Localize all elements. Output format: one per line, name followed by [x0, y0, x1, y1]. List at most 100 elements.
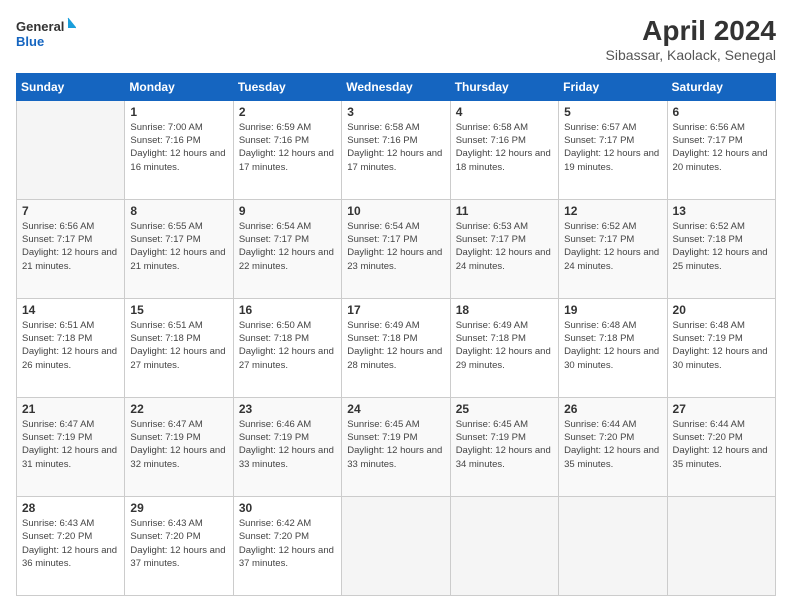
day-detail: Sunrise: 6:48 AMSunset: 7:18 PMDaylight:…	[564, 319, 661, 372]
header-monday: Monday	[125, 73, 233, 100]
day-detail: Sunrise: 6:52 AMSunset: 7:17 PMDaylight:…	[564, 220, 661, 273]
table-row: 5 Sunrise: 6:57 AMSunset: 7:17 PMDaylight…	[559, 100, 667, 199]
day-detail: Sunrise: 6:57 AMSunset: 7:17 PMDaylight:…	[564, 121, 661, 174]
table-row: 21 Sunrise: 6:47 AMSunset: 7:19 PMDayligh…	[17, 397, 125, 496]
header-saturday: Saturday	[667, 73, 775, 100]
day-detail: Sunrise: 6:44 AMSunset: 7:20 PMDaylight:…	[564, 418, 661, 471]
table-row: 26 Sunrise: 6:44 AMSunset: 7:20 PMDayligh…	[559, 397, 667, 496]
table-row: 14 Sunrise: 6:51 AMSunset: 7:18 PMDayligh…	[17, 298, 125, 397]
day-number: 29	[130, 501, 227, 515]
calendar-header-row: Sunday Monday Tuesday Wednesday Thursday…	[17, 73, 776, 100]
table-row	[342, 496, 450, 595]
day-detail: Sunrise: 6:50 AMSunset: 7:18 PMDaylight:…	[239, 319, 336, 372]
table-row: 4 Sunrise: 6:58 AMSunset: 7:16 PMDaylight…	[450, 100, 558, 199]
table-row: 23 Sunrise: 6:46 AMSunset: 7:19 PMDayligh…	[233, 397, 341, 496]
table-row: 1Sunrise: 7:00 AMSunset: 7:16 PMDaylight…	[125, 100, 233, 199]
day-number: 20	[673, 303, 770, 317]
day-number: 3	[347, 105, 444, 119]
day-detail: Sunrise: 6:55 AMSunset: 7:17 PMDaylight:…	[130, 220, 227, 273]
day-detail: Sunrise: 6:49 AMSunset: 7:18 PMDaylight:…	[456, 319, 553, 372]
day-detail: Sunrise: 6:42 AMSunset: 7:20 PMDaylight:…	[239, 517, 336, 570]
day-number: 30	[239, 501, 336, 515]
header-tuesday: Tuesday	[233, 73, 341, 100]
day-detail: Sunrise: 6:58 AMSunset: 7:16 PMDaylight:…	[456, 121, 553, 174]
day-number: 27	[673, 402, 770, 416]
calendar-table: Sunday Monday Tuesday Wednesday Thursday…	[16, 73, 776, 596]
day-detail: Sunrise: 6:56 AMSunset: 7:17 PMDaylight:…	[673, 121, 770, 174]
header-thursday: Thursday	[450, 73, 558, 100]
day-number: 2	[239, 105, 336, 119]
page-header: General Blue April 2024 Sibassar, Kaolac…	[16, 16, 776, 63]
day-detail: Sunrise: 6:49 AMSunset: 7:18 PMDaylight:…	[347, 319, 444, 372]
svg-text:General: General	[16, 19, 64, 34]
day-number: 23	[239, 402, 336, 416]
calendar-week-1: 1Sunrise: 7:00 AMSunset: 7:16 PMDaylight…	[17, 100, 776, 199]
header-friday: Friday	[559, 73, 667, 100]
day-detail: Sunrise: 6:45 AMSunset: 7:19 PMDaylight:…	[456, 418, 553, 471]
day-number: 18	[456, 303, 553, 317]
day-number: 8	[130, 204, 227, 218]
table-row: 24Sunrise: 6:45 AMSunset: 7:19 PMDayligh…	[342, 397, 450, 496]
day-detail: Sunrise: 6:43 AMSunset: 7:20 PMDaylight:…	[130, 517, 227, 570]
day-number: 14	[22, 303, 119, 317]
table-row: 11 Sunrise: 6:53 AMSunset: 7:17 PMDayligh…	[450, 199, 558, 298]
table-row: 25 Sunrise: 6:45 AMSunset: 7:19 PMDayligh…	[450, 397, 558, 496]
day-detail: Sunrise: 6:46 AMSunset: 7:19 PMDaylight:…	[239, 418, 336, 471]
day-number: 26	[564, 402, 661, 416]
day-number: 28	[22, 501, 119, 515]
table-row	[450, 496, 558, 595]
title-block: April 2024 Sibassar, Kaolack, Senegal	[606, 16, 776, 63]
table-row: 13 Sunrise: 6:52 AMSunset: 7:18 PMDayligh…	[667, 199, 775, 298]
day-detail: Sunrise: 6:52 AMSunset: 7:18 PMDaylight:…	[673, 220, 770, 273]
page-subtitle: Sibassar, Kaolack, Senegal	[606, 47, 776, 63]
day-detail: Sunrise: 6:48 AMSunset: 7:19 PMDaylight:…	[673, 319, 770, 372]
table-row: 20 Sunrise: 6:48 AMSunset: 7:19 PMDayligh…	[667, 298, 775, 397]
day-detail: Sunrise: 6:54 AMSunset: 7:17 PMDaylight:…	[347, 220, 444, 273]
calendar-week-5: 28 Sunrise: 6:43 AMSunset: 7:20 PMDayligh…	[17, 496, 776, 595]
table-row: 10 Sunrise: 6:54 AMSunset: 7:17 PMDayligh…	[342, 199, 450, 298]
table-row	[17, 100, 125, 199]
day-detail: Sunrise: 6:51 AMSunset: 7:18 PMDaylight:…	[22, 319, 119, 372]
day-number: 15	[130, 303, 227, 317]
day-number: 5	[564, 105, 661, 119]
table-row: 9 Sunrise: 6:54 AMSunset: 7:17 PMDaylight…	[233, 199, 341, 298]
table-row: 28 Sunrise: 6:43 AMSunset: 7:20 PMDayligh…	[17, 496, 125, 595]
day-detail: Sunrise: 6:44 AMSunset: 7:20 PMDaylight:…	[673, 418, 770, 471]
day-detail: Sunrise: 6:47 AMSunset: 7:19 PMDaylight:…	[22, 418, 119, 471]
day-detail: Sunrise: 6:43 AMSunset: 7:20 PMDaylight:…	[22, 517, 119, 570]
page-title: April 2024	[606, 16, 776, 47]
day-number: 19	[564, 303, 661, 317]
calendar-week-2: 7 Sunrise: 6:56 AMSunset: 7:17 PMDaylight…	[17, 199, 776, 298]
table-row: 6Sunrise: 6:56 AMSunset: 7:17 PMDaylight…	[667, 100, 775, 199]
table-row: 2 Sunrise: 6:59 AMSunset: 7:16 PMDaylight…	[233, 100, 341, 199]
table-row	[667, 496, 775, 595]
day-number: 9	[239, 204, 336, 218]
day-number: 10	[347, 204, 444, 218]
day-detail: Sunrise: 6:58 AMSunset: 7:16 PMDaylight:…	[347, 121, 444, 174]
logo-svg: General Blue	[16, 16, 76, 52]
svg-text:Blue: Blue	[16, 34, 44, 49]
day-number: 21	[22, 402, 119, 416]
day-number: 13	[673, 204, 770, 218]
header-wednesday: Wednesday	[342, 73, 450, 100]
day-detail: Sunrise: 7:00 AMSunset: 7:16 PMDaylight:…	[130, 121, 227, 174]
table-row: 8 Sunrise: 6:55 AMSunset: 7:17 PMDaylight…	[125, 199, 233, 298]
day-number: 25	[456, 402, 553, 416]
day-detail: Sunrise: 6:54 AMSunset: 7:17 PMDaylight:…	[239, 220, 336, 273]
day-number: 12	[564, 204, 661, 218]
day-number: 4	[456, 105, 553, 119]
day-number: 7	[22, 204, 119, 218]
table-row: 19 Sunrise: 6:48 AMSunset: 7:18 PMDayligh…	[559, 298, 667, 397]
table-row: 7 Sunrise: 6:56 AMSunset: 7:17 PMDaylight…	[17, 199, 125, 298]
day-number: 11	[456, 204, 553, 218]
table-row: 30 Sunrise: 6:42 AMSunset: 7:20 PMDayligh…	[233, 496, 341, 595]
day-detail: Sunrise: 6:45 AMSunset: 7:19 PMDaylight:…	[347, 418, 444, 471]
day-detail: Sunrise: 6:53 AMSunset: 7:17 PMDaylight:…	[456, 220, 553, 273]
table-row: 15Sunrise: 6:51 AMSunset: 7:18 PMDayligh…	[125, 298, 233, 397]
day-detail: Sunrise: 6:59 AMSunset: 7:16 PMDaylight:…	[239, 121, 336, 174]
day-detail: Sunrise: 6:47 AMSunset: 7:19 PMDaylight:…	[130, 418, 227, 471]
table-row: 17Sunrise: 6:49 AMSunset: 7:18 PMDayligh…	[342, 298, 450, 397]
table-row: 29 Sunrise: 6:43 AMSunset: 7:20 PMDayligh…	[125, 496, 233, 595]
day-number: 22	[130, 402, 227, 416]
day-detail: Sunrise: 6:56 AMSunset: 7:17 PMDaylight:…	[22, 220, 119, 273]
